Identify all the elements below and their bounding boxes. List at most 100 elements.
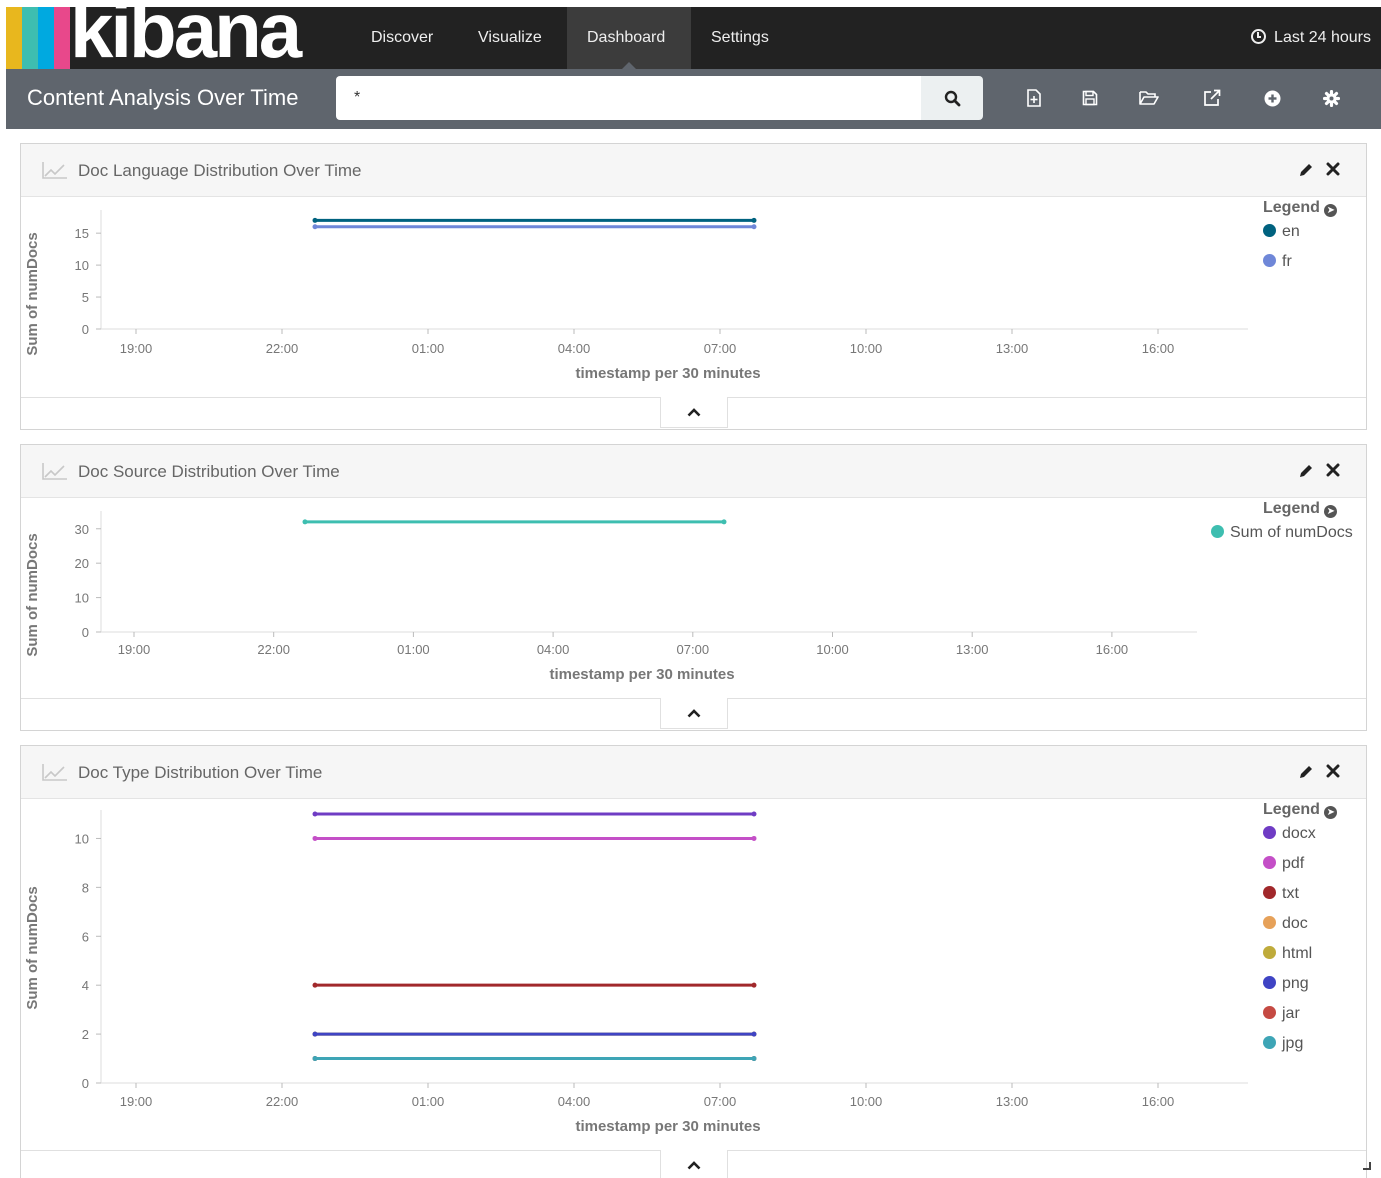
legend-label: doc [1282,915,1308,932]
legend-item-docx[interactable]: docx [1263,825,1316,843]
nav-settings[interactable]: Settings [691,7,789,69]
x-tick-label: 19:00 [120,341,153,356]
legend-item-fr[interactable]: fr [1263,253,1292,271]
legend-color-dot [1263,224,1276,237]
active-caret [622,62,636,69]
resize-handle-icon[interactable] [1363,1162,1371,1170]
x-tick-label: 16:00 [1142,341,1175,356]
legend-label: jpg [1282,1035,1304,1052]
data-point [312,811,318,817]
legend-item-png[interactable]: png [1263,975,1309,993]
settings-gear-icon [1322,89,1340,107]
x-axis-title: timestamp per 30 minutes [549,666,734,683]
legend-label: jar [1282,1005,1300,1022]
x-tick-label: 04:00 [537,642,570,657]
legend-item-jar[interactable]: jar [1263,1005,1300,1023]
legend-title[interactable]: Legend ➤ [1263,801,1338,819]
clock-icon [1251,29,1267,44]
share-icon [1204,89,1221,106]
data-point [751,835,757,841]
x-tick-label: 16:00 [1142,1094,1175,1109]
legend-item-doc[interactable]: doc [1263,915,1308,933]
x-tick-label: 10:00 [850,341,883,356]
panel-header: Doc Language Distribution Over Time [21,144,1366,197]
nav-visualize[interactable]: Visualize [458,7,562,69]
logo-stripe-pink [54,7,70,69]
legend: Legend ➤ docx pdf txt doc html png jar jpg [1263,801,1363,1101]
collapse-chart-button[interactable] [660,1150,728,1178]
share-dashboard-button[interactable] [1201,87,1223,109]
y-tick-label: 0 [82,1076,89,1091]
panel-header: Doc Type Distribution Over Time [21,746,1366,799]
x-tick-label: 19:00 [120,1094,153,1109]
collapse-chart-button[interactable] [660,397,728,428]
legend-title[interactable]: Legend ➤ [1263,500,1338,518]
data-point [751,811,757,817]
search-input[interactable]: * [336,76,921,120]
legend-item-html[interactable]: html [1263,945,1312,963]
dashboard-title: Content Analysis Over Time [27,85,299,110]
edit-pencil-icon[interactable] [1298,463,1314,479]
legend: Legend ➤ en fr [1263,199,1363,389]
nav-discover[interactable]: Discover [351,7,453,69]
y-axis-title: Sum of numDocs [24,232,41,355]
x-tick-label: 01:00 [412,341,445,356]
legend-label: Sum of numDocs [1230,524,1353,541]
data-point [751,1056,757,1062]
legend-item-en[interactable]: en [1263,223,1300,241]
y-axis-title: Sum of numDocs [24,533,41,656]
legend-title[interactable]: Legend ➤ [1263,199,1338,217]
save-dashboard-button[interactable] [1079,87,1101,109]
legend-item-sum-of-numdocs[interactable]: Sum of numDocs [1211,524,1353,542]
y-tick-label: 20 [75,556,89,571]
dashboard-options-button[interactable] [1320,87,1342,109]
data-point [312,982,318,988]
y-tick-label: 10 [75,591,89,606]
legend: Legend ➤ Sum of numDocs [1211,500,1361,690]
y-tick-label: 10 [75,258,89,273]
legend-toggle-icon: ➤ [1324,204,1338,217]
x-tick-label: 13:00 [996,1094,1029,1109]
dashboard-toolbar: Content Analysis Over Time * [6,69,1381,129]
edit-pencil-icon[interactable] [1298,764,1314,780]
x-tick-label: 07:00 [677,642,710,657]
panel-header: Doc Source Distribution Over Time [21,445,1366,498]
open-folder-icon [1139,91,1159,105]
nav-visualize-label: Visualize [478,29,542,46]
line-chart-doc-language: 0 5 10 15 19:00 22:00 01:00 04:00 07:00 10:00 13:0… [24,210,1248,382]
panel-doc-source: Doc Source Distribution Over Time 0 10 20 3… [20,444,1367,731]
close-icon[interactable] [1326,764,1340,778]
open-dashboard-button[interactable] [1138,87,1160,109]
kibana-app: kibana Discover Visualize Dashboard Sett… [0,0,1381,1178]
legend-item-txt[interactable]: txt [1263,885,1299,903]
data-point [751,982,757,988]
legend-color-dot [1263,1036,1276,1049]
kibana-logo[interactable]: kibana [6,7,350,69]
add-panel-button[interactable] [1261,87,1283,109]
close-icon[interactable] [1326,162,1340,176]
data-point [751,1031,757,1037]
edit-pencil-icon[interactable] [1298,162,1314,178]
data-point [721,519,727,525]
data-point [312,224,318,230]
legend-toggle-icon: ➤ [1324,505,1338,518]
new-dashboard-button[interactable] [1023,87,1045,109]
x-tick-label: 10:00 [850,1094,883,1109]
chevron-up-icon [687,1160,701,1169]
timepicker-toggle[interactable]: Last 24 hours [1251,7,1371,69]
legend-item-jpg[interactable]: jpg [1263,1035,1303,1053]
x-tick-label: 19:00 [118,642,151,657]
collapse-chart-button[interactable] [660,698,728,729]
close-icon[interactable] [1326,463,1340,477]
y-tick-label: 0 [82,322,89,337]
logo-stripe-teal [22,7,38,69]
legend-color-dot [1263,1006,1276,1019]
legend-title-text: Legend [1263,801,1320,818]
panel-doc-language: Doc Language Distribution Over Time 0 5 10… [20,143,1367,430]
nav-dashboard[interactable]: Dashboard [567,7,691,69]
legend-color-dot [1263,916,1276,929]
legend-item-pdf[interactable]: pdf [1263,855,1304,873]
x-tick-label: 22:00 [266,341,299,356]
search-button[interactable] [921,76,983,120]
legend-color-dot [1211,525,1224,538]
